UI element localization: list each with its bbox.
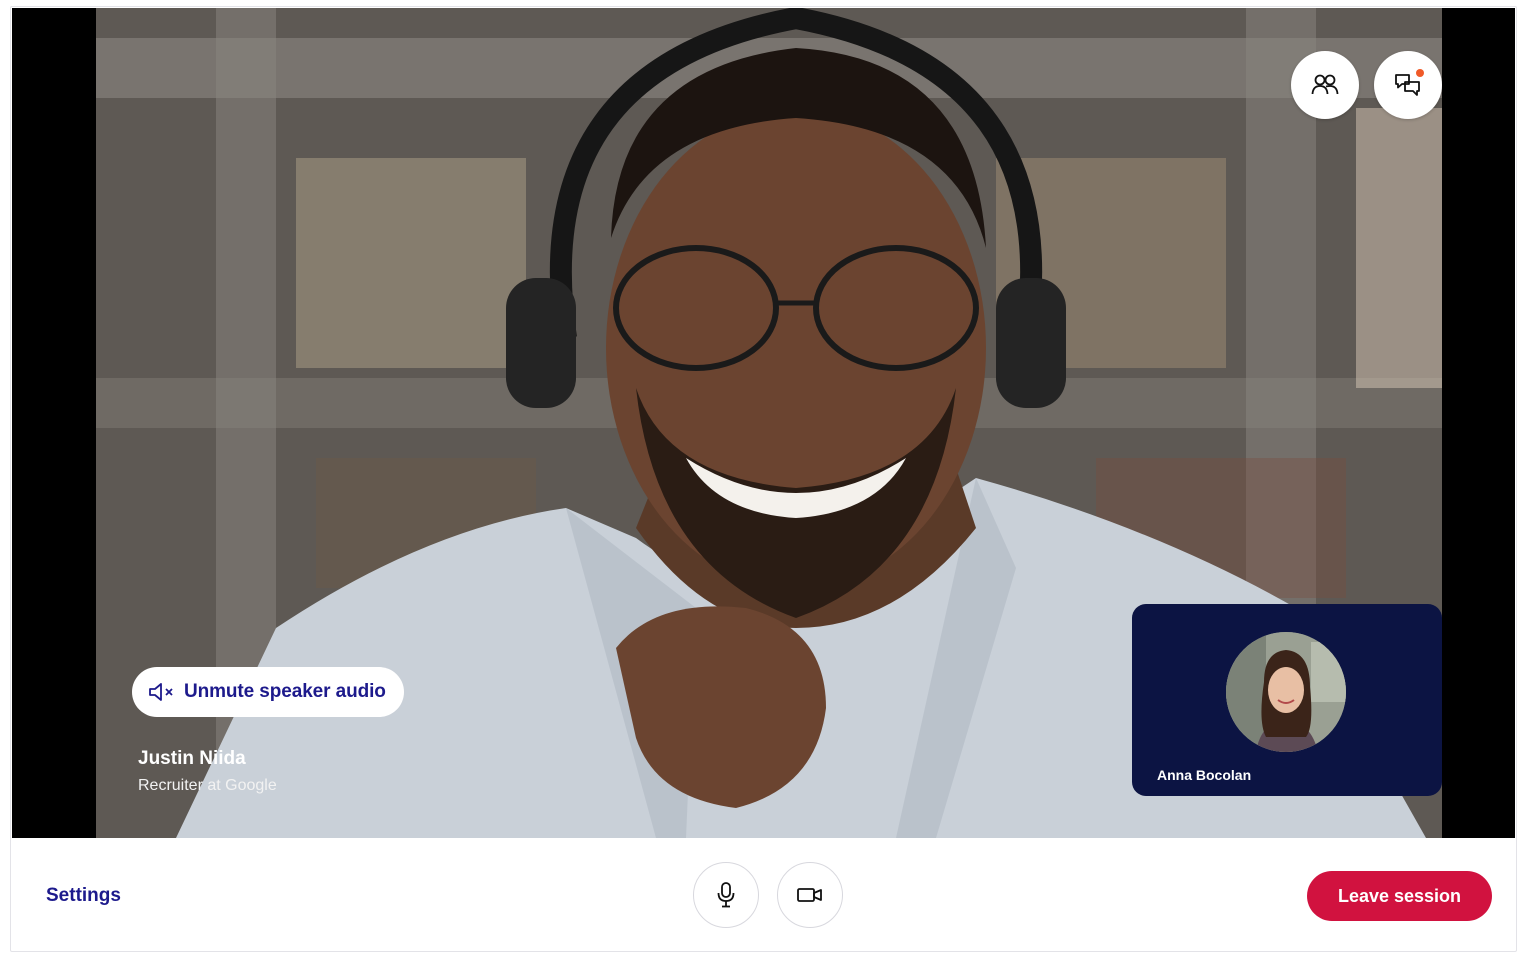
video-stage: Unmute speaker audio Justin Niida Recrui… xyxy=(12,8,1515,838)
leave-session-button[interactable]: Leave session xyxy=(1307,871,1492,921)
call-controls-bar: Settings Leave session xyxy=(12,838,1515,950)
speaker-name: Justin Niida xyxy=(138,748,246,769)
self-view-tile: Anna Bocolan xyxy=(1132,604,1442,796)
speaker-role: Recruiter at Google xyxy=(138,777,277,794)
self-view-name: Anna Bocolan xyxy=(1157,767,1252,783)
chat-button[interactable] xyxy=(1374,51,1442,119)
participants-icon xyxy=(1311,74,1339,95)
participants-button[interactable] xyxy=(1291,51,1359,119)
microphone-icon xyxy=(717,882,735,908)
camera-icon xyxy=(797,888,822,902)
settings-link[interactable]: Settings xyxy=(46,885,121,907)
speaker-muted-icon xyxy=(149,683,173,701)
unmute-speaker-label: Unmute speaker audio xyxy=(184,681,386,702)
self-view-avatar xyxy=(1226,632,1346,752)
chat-notification-dot xyxy=(1416,69,1424,77)
unmute-speaker-button[interactable]: Unmute speaker audio xyxy=(132,667,404,717)
self-view-video xyxy=(1226,632,1346,752)
microphone-button[interactable] xyxy=(693,862,759,928)
camera-button[interactable] xyxy=(777,862,843,928)
video-call-app: Unmute speaker audio Justin Niida Recrui… xyxy=(0,0,1527,956)
